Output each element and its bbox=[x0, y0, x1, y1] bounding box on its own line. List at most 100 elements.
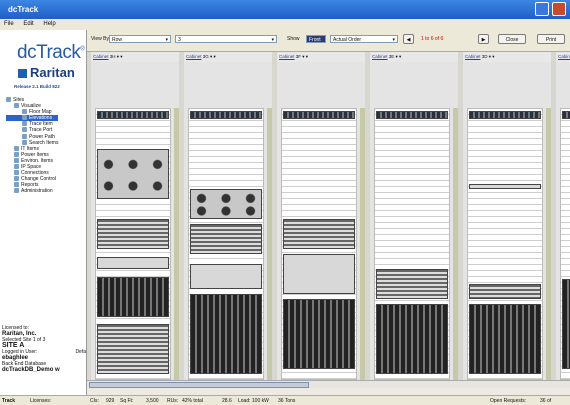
view-by-select[interactable]: Row ▾ bbox=[109, 35, 171, 43]
cabinet-label[interactable]: Cabinet bbox=[93, 54, 109, 59]
cabinet-header[interactable]: Cabinet 3E ▾ ▾ bbox=[370, 52, 458, 62]
next-page-button[interactable]: ▶ bbox=[478, 34, 489, 44]
cabinet-dropdown-icon[interactable]: ▾ ▾ bbox=[116, 54, 123, 59]
cabinet-label[interactable]: Cabinet bbox=[465, 54, 481, 59]
cabinet-header[interactable]: Cabinet 3C ▾ ▾ bbox=[556, 52, 570, 62]
scroll-thumb[interactable] bbox=[89, 382, 309, 388]
nav-item-label: Sites bbox=[13, 97, 25, 103]
rack-device[interactable] bbox=[562, 279, 570, 369]
rack-device[interactable] bbox=[469, 304, 541, 374]
face-select[interactable]: Front bbox=[306, 35, 326, 43]
row-select[interactable]: 3 ▾ bbox=[175, 35, 277, 43]
rack-device[interactable] bbox=[190, 264, 262, 289]
rack-cabinet[interactable]: Cabinet 3D ▾ ▾ bbox=[463, 52, 551, 380]
close-button[interactable]: Close bbox=[498, 34, 526, 44]
print-button[interactable]: Print bbox=[537, 34, 565, 44]
status-ru-pct: 42% total bbox=[182, 398, 203, 404]
rack-device[interactable] bbox=[469, 284, 541, 299]
nav-item-label: Visualize bbox=[21, 103, 41, 110]
cabinet-dropdown-icon[interactable]: ▾ ▾ bbox=[488, 54, 495, 59]
cabinet-header[interactable]: Cabinet 3H ▾ ▾ bbox=[91, 52, 179, 62]
view-by-label: View By: bbox=[91, 36, 111, 42]
rack-device[interactable] bbox=[283, 299, 355, 369]
horizontal-scrollbar[interactable] bbox=[87, 380, 570, 388]
cabinet-header[interactable]: Cabinet 3F ▾ ▾ bbox=[277, 52, 365, 62]
rack-device[interactable] bbox=[97, 277, 169, 317]
rack-cabinet[interactable]: Cabinet 3C ▾ ▾ bbox=[556, 52, 570, 380]
close-window-button[interactable] bbox=[552, 2, 566, 16]
rack-device[interactable] bbox=[97, 219, 169, 249]
status-licenses: Licenses: bbox=[30, 398, 52, 404]
cabinet-label[interactable]: Cabinet bbox=[558, 54, 570, 59]
nav-item-label: Trace Port bbox=[29, 127, 53, 134]
tree-node-icon bbox=[14, 176, 19, 182]
nav-item-administration[interactable]: Administration bbox=[6, 188, 58, 194]
tree-node-icon bbox=[22, 121, 27, 127]
order-select[interactable]: Actual Order ▾ bbox=[330, 35, 398, 43]
rack-body bbox=[95, 108, 171, 380]
status-cis-value: 929 bbox=[106, 398, 115, 404]
rack-side-rail bbox=[174, 108, 179, 380]
menu-bar: File Edit Help bbox=[0, 19, 570, 30]
tree-node-icon bbox=[22, 115, 27, 121]
nav-item-label: Reports bbox=[21, 182, 39, 189]
tree-node-icon bbox=[22, 139, 27, 145]
rack-device[interactable] bbox=[190, 189, 262, 219]
rack-device[interactable] bbox=[376, 304, 448, 374]
cabinet-label[interactable]: Cabinet bbox=[279, 54, 295, 59]
rack-side-rail bbox=[453, 108, 458, 380]
page-indicator: 1 to 6 of 6 bbox=[421, 36, 444, 42]
rack-cabinet[interactable]: Cabinet 3H ▾ ▾ bbox=[91, 52, 179, 380]
title-bar: dcTrack bbox=[0, 0, 570, 19]
nav-item-label: IP Space bbox=[21, 164, 42, 171]
status-sqft-value: 3,500 bbox=[146, 398, 159, 404]
rack-device[interactable] bbox=[97, 149, 169, 199]
rack-device[interactable] bbox=[376, 111, 448, 119]
rack-device[interactable] bbox=[469, 111, 541, 119]
status-open-requests: Open Requests: bbox=[490, 398, 527, 404]
tree-node-icon bbox=[14, 145, 19, 151]
nav-item-label: Elevations bbox=[29, 115, 53, 122]
rack-body bbox=[467, 108, 543, 380]
cabinet-header[interactable]: Cabinet 3D ▾ ▾ bbox=[463, 52, 551, 62]
rack-device[interactable] bbox=[97, 257, 169, 269]
minimize-button[interactable] bbox=[535, 2, 549, 16]
prev-page-button[interactable]: ◀ bbox=[403, 34, 414, 44]
toolbar: View By: Row ▾ 3 ▾ Show Front Actual Order… bbox=[87, 30, 570, 52]
rack-device[interactable] bbox=[469, 184, 541, 189]
rack-device[interactable] bbox=[97, 111, 169, 119]
rack-device[interactable] bbox=[283, 111, 355, 119]
menu-file[interactable]: File bbox=[0, 19, 18, 29]
menu-help[interactable]: Help bbox=[39, 19, 59, 29]
rack-cabinet[interactable]: Cabinet 3E ▾ ▾ bbox=[370, 52, 458, 380]
elevations-area: Cabinet 3H ▾ ▾ Cabinet 3G ▾ ▾ Cabinet 3F… bbox=[87, 52, 570, 380]
nav-item-label: Environ. Items bbox=[21, 157, 53, 164]
rack-side-rail bbox=[267, 108, 272, 380]
cabinet-label[interactable]: Cabinet bbox=[372, 54, 388, 59]
nav-item-label: Administration bbox=[21, 188, 53, 195]
cabinet-header[interactable]: Cabinet 3G ▾ ▾ bbox=[184, 52, 272, 62]
menu-edit[interactable]: Edit bbox=[19, 19, 37, 29]
rack-device[interactable] bbox=[283, 219, 355, 249]
cabinet-dropdown-icon[interactable]: ▾ ▾ bbox=[394, 54, 402, 59]
rack-device[interactable] bbox=[190, 111, 262, 119]
rack-device[interactable] bbox=[376, 269, 448, 299]
rack-cabinet[interactable]: Cabinet 3F ▾ ▾ bbox=[277, 52, 365, 380]
status-tons: 36 Tons bbox=[278, 398, 296, 404]
sidebar: dcTrack® Raritan Release 2.1 Build 822 S… bbox=[0, 30, 87, 395]
cabinet-dropdown-icon[interactable]: ▾ ▾ bbox=[301, 54, 308, 59]
rack-device[interactable] bbox=[190, 294, 262, 374]
nav-item-label: Connections bbox=[21, 170, 49, 177]
license-panel: Licensed to: Raritan, Inc. Selected Site… bbox=[2, 325, 86, 373]
rack-device[interactable] bbox=[190, 224, 262, 254]
rack-cabinet[interactable]: Cabinet 3G ▾ ▾ bbox=[184, 52, 272, 380]
rack-side-rail bbox=[360, 108, 365, 380]
rack-device[interactable] bbox=[562, 111, 570, 119]
rack-device[interactable] bbox=[97, 324, 169, 374]
rack-device[interactable] bbox=[283, 254, 355, 294]
status-rus-label: RUs: bbox=[167, 398, 179, 404]
cabinet-dropdown-icon[interactable]: ▾ ▾ bbox=[209, 54, 216, 59]
nav-item-label: Search Items bbox=[29, 139, 59, 146]
nav-item-label: Change Control bbox=[21, 176, 57, 183]
cabinet-label[interactable]: Cabinet bbox=[186, 54, 202, 59]
